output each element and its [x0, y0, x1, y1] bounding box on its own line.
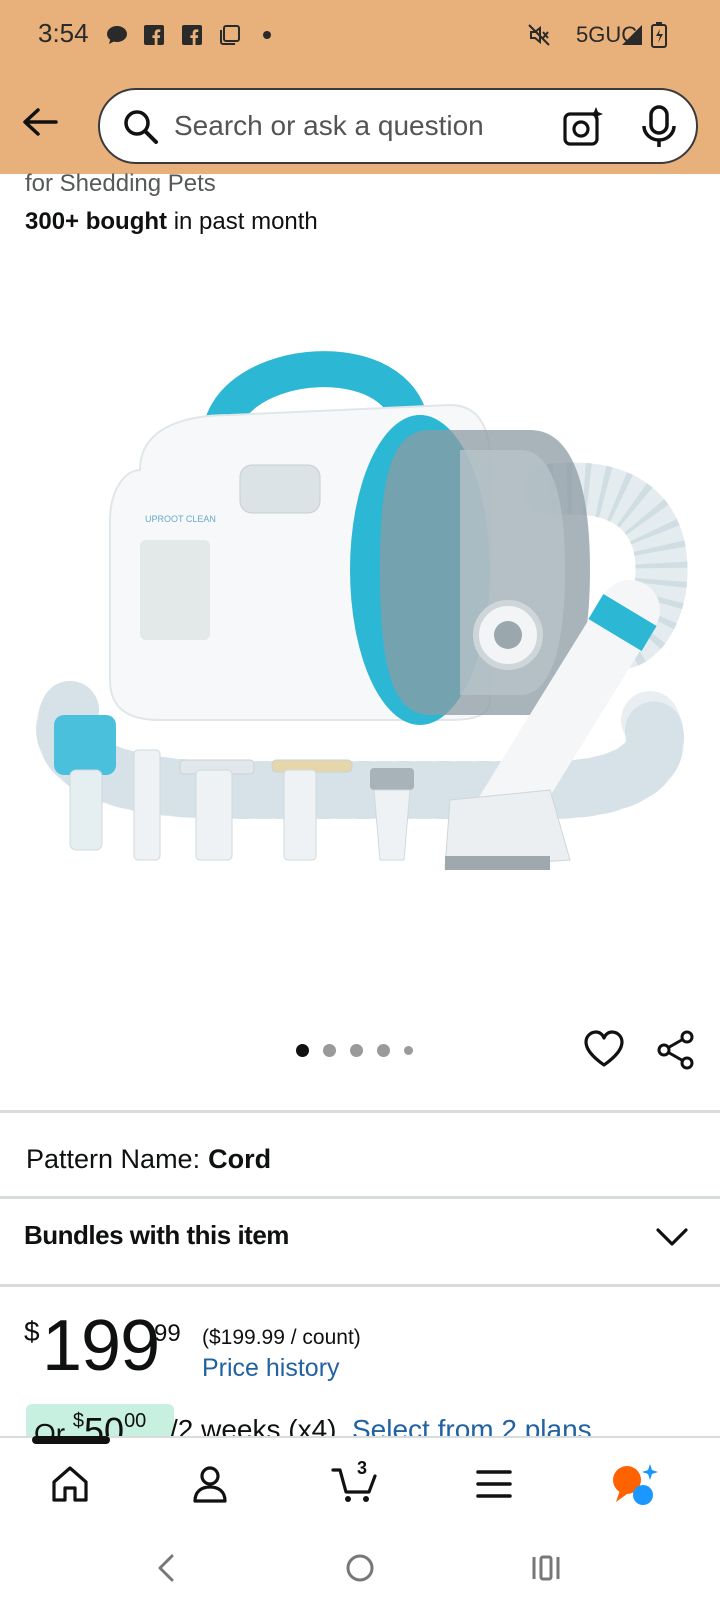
- signal-icon: [620, 22, 644, 48]
- dot-icon: [260, 22, 274, 48]
- microphone-icon[interactable]: [638, 104, 680, 150]
- camera-search-icon[interactable]: [562, 106, 604, 148]
- installment-amount: Or $5000: [34, 1410, 146, 1438]
- facebook-icon: [180, 22, 204, 48]
- carousel-dot[interactable]: [377, 1044, 390, 1057]
- installment-row: Or $5000 /2 weeks (x4) Select from 2 pla…: [0, 1404, 720, 1438]
- price-history-link[interactable]: Price history: [202, 1354, 340, 1383]
- select-plans-link[interactable]: Select from 2 plans: [352, 1414, 592, 1438]
- installment-whole: 50: [84, 1410, 125, 1438]
- message-icon: [104, 22, 130, 48]
- bought-count: 300+ bought in past month: [25, 208, 318, 236]
- mute-icon: [526, 22, 552, 48]
- divider: [0, 1110, 720, 1113]
- system-home-button[interactable]: [340, 1548, 380, 1588]
- divider: [0, 1196, 720, 1199]
- nav-rufus[interactable]: [610, 1460, 658, 1508]
- system-recents-button[interactable]: [526, 1548, 566, 1588]
- image-carousel-dots[interactable]: [296, 1044, 413, 1057]
- search-icon: [124, 110, 158, 144]
- bundles-header[interactable]: Bundles with this item: [24, 1220, 289, 1251]
- home-nav-icon: [346, 1554, 374, 1582]
- heart-icon[interactable]: [584, 1030, 624, 1070]
- carousel-dot[interactable]: [323, 1044, 336, 1057]
- nav-home[interactable]: [46, 1460, 94, 1508]
- system-back-button[interactable]: [146, 1548, 186, 1588]
- status-bar: 3:54 5GUC: [0, 0, 720, 70]
- installment-currency: $: [72, 1410, 85, 1432]
- back-nav-icon: [158, 1554, 174, 1582]
- installment-or: Or: [34, 1418, 73, 1438]
- installment-terms: /2 weeks (x4): [170, 1414, 337, 1438]
- screenshot-icon: [218, 22, 242, 48]
- search-placeholder[interactable]: Search or ask a question: [174, 110, 484, 142]
- home-icon: [52, 1466, 88, 1502]
- svg-text:UPROOT CLEAN: UPROOT CLEAN: [145, 514, 216, 524]
- pattern-name: Pattern Name: Cord: [26, 1144, 271, 1175]
- divider: [0, 1284, 720, 1287]
- back-button[interactable]: [18, 100, 62, 144]
- bought-count-bold: 300+ bought: [25, 208, 168, 235]
- battery-icon: [650, 22, 668, 48]
- header-bar: 3:54 5GUC Search or ask a question: [0, 0, 720, 174]
- rufus-icon: [613, 1464, 658, 1505]
- price-currency: $: [24, 1316, 40, 1347]
- price-whole: 199: [42, 1306, 160, 1386]
- share-icon[interactable]: [656, 1030, 696, 1070]
- search-bar[interactable]: Search or ask a question: [98, 88, 698, 164]
- menu-icon: [476, 1470, 512, 1498]
- product-title[interactable]: for Shedding Pets: [25, 170, 216, 198]
- nav-account[interactable]: [186, 1460, 234, 1508]
- price-fraction: 99: [154, 1320, 181, 1347]
- nav-menu[interactable]: [470, 1460, 518, 1508]
- carousel-dot[interactable]: [404, 1046, 413, 1055]
- back-arrow-icon: [23, 108, 58, 136]
- installment-fraction: 00: [124, 1410, 147, 1432]
- carousel-dot[interactable]: [350, 1044, 363, 1057]
- pattern-label: Pattern Name:: [26, 1144, 201, 1174]
- carousel-dot[interactable]: [296, 1044, 309, 1057]
- unit-price: ($199.99 / count): [202, 1326, 361, 1349]
- facebook-icon: [142, 22, 166, 48]
- chevron-down-icon[interactable]: [654, 1222, 690, 1250]
- active-tab-indicator: [32, 1436, 110, 1444]
- pattern-value: Cord: [208, 1144, 272, 1174]
- bought-count-rest: in past month: [167, 208, 318, 235]
- status-time: 3:54: [38, 18, 89, 48]
- recents-nav-icon: [532, 1555, 560, 1581]
- product-image[interactable]: UPROOT CLEAN: [30, 320, 690, 920]
- cart-count: 3: [356, 1458, 367, 1478]
- account-icon: [193, 1466, 227, 1503]
